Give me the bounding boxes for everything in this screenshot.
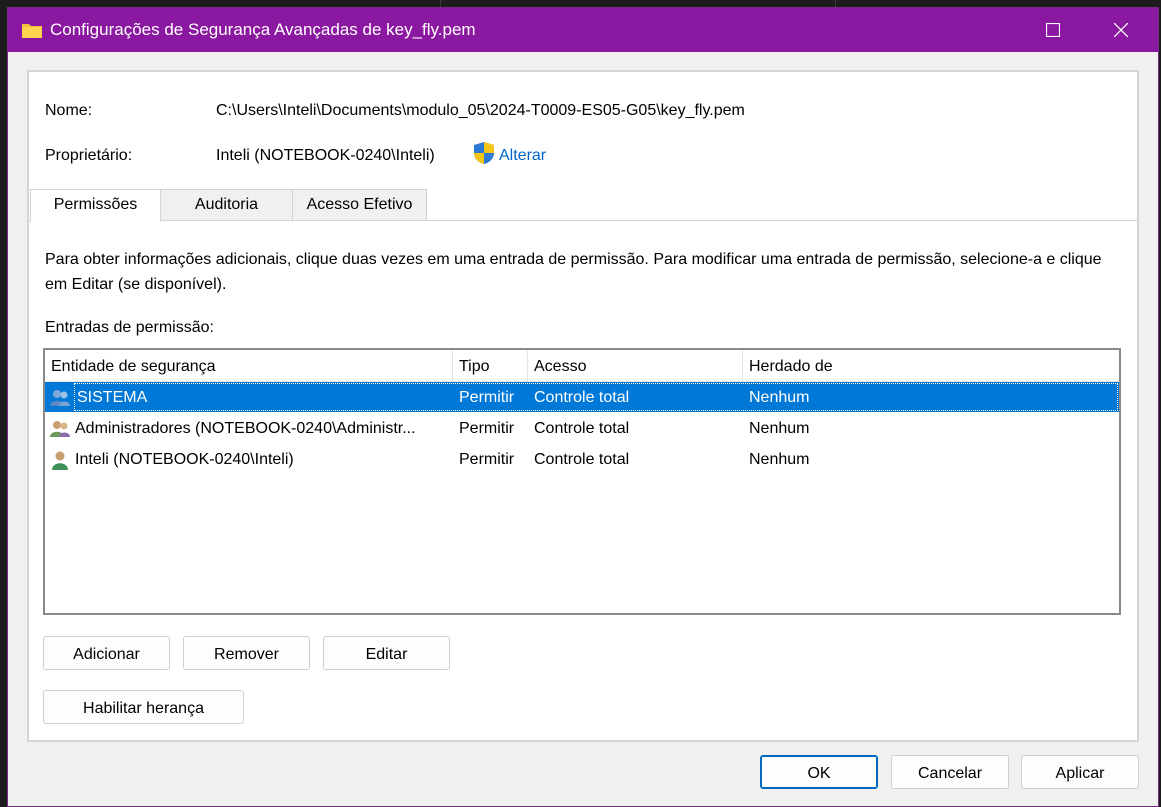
uac-shield-icon [474, 142, 494, 164]
window-title: Configurações de Segurança Avançadas de … [50, 20, 476, 39]
column-header-access[interactable]: Acesso [528, 350, 743, 381]
tab-strip-divider [29, 220, 1137, 221]
tab-permissions[interactable]: Permissões [30, 189, 161, 222]
cell-principal: Administradores (NOTEBOOK-0240\Administr… [75, 420, 416, 437]
edit-button[interactable]: Editar [323, 636, 450, 670]
name-label: Nome: [45, 102, 93, 119]
user-icon [52, 451, 68, 470]
owner-label: Proprietário: [45, 147, 133, 164]
cell-inherited: Nenhum [749, 451, 810, 468]
column-header-principal[interactable]: Entidade de segurança [45, 350, 453, 381]
change-owner-link[interactable]: Alterar [499, 147, 546, 165]
folder-icon [22, 24, 42, 38]
cell-type: Permitir [459, 420, 515, 437]
close-button[interactable] [1096, 8, 1146, 52]
background-divider [440, 0, 441, 7]
permission-entries-list[interactable]: Entidade de segurança Tipo Acesso Herdad… [43, 348, 1121, 615]
tab-auditing[interactable]: Auditoria [160, 189, 293, 220]
table-row[interactable]: SISTEMA Permitir Controle total Nenhum [45, 382, 1119, 412]
column-header-type[interactable]: Tipo [453, 350, 528, 381]
cell-principal: Inteli (NOTEBOOK-0240\Inteli) [75, 451, 294, 468]
column-header-inherited[interactable]: Herdado de [743, 350, 1121, 381]
enable-inheritance-button[interactable]: Habilitar herança [43, 690, 244, 724]
cell-inherited: Nenhum [749, 420, 810, 437]
table-row[interactable]: Administradores (NOTEBOOK-0240\Administr… [45, 413, 1119, 443]
cell-principal: SISTEMA [77, 389, 148, 406]
owner-value: Inteli (NOTEBOOK-0240\Inteli) [216, 147, 435, 164]
name-value: C:\Users\Inteli\Documents\modulo_05\2024… [216, 102, 745, 119]
info-text: Para obter informações adicionais, cliqu… [45, 251, 1102, 293]
apply-button[interactable]: Aplicar [1021, 755, 1139, 789]
maximize-icon [1046, 23, 1060, 37]
ok-button[interactable]: OK [760, 755, 878, 789]
cell-type: Permitir [459, 451, 515, 468]
cell-access: Controle total [534, 420, 630, 437]
cancel-button[interactable]: Cancelar [891, 755, 1009, 789]
main-panel: Nome: C:\Users\Inteli\Documents\modulo_0… [27, 70, 1139, 742]
entries-label: Entradas de permissão: [45, 319, 214, 336]
cell-access: Controle total [534, 451, 630, 468]
add-button[interactable]: Adicionar [43, 636, 170, 670]
list-header: Entidade de segurança Tipo Acesso Herdad… [45, 350, 1119, 382]
cell-access: Controle total [534, 389, 630, 406]
cell-inherited: Nenhum [749, 389, 810, 406]
close-icon [1114, 23, 1128, 37]
background-divider [835, 0, 836, 7]
group-users-icon [50, 390, 70, 406]
remove-button[interactable]: Remover [183, 636, 310, 670]
tab-effective-access[interactable]: Acesso Efetivo [292, 189, 427, 220]
cell-type: Permitir [459, 389, 515, 406]
table-row[interactable]: Inteli (NOTEBOOK-0240\Inteli) Permitir C… [45, 444, 1119, 474]
advanced-security-dialog: Configurações de Segurança Avançadas de … [7, 7, 1159, 807]
admin-group-icon [50, 421, 70, 437]
maximize-button[interactable] [1028, 8, 1078, 52]
title-bar[interactable]: Configurações de Segurança Avançadas de … [8, 8, 1158, 52]
